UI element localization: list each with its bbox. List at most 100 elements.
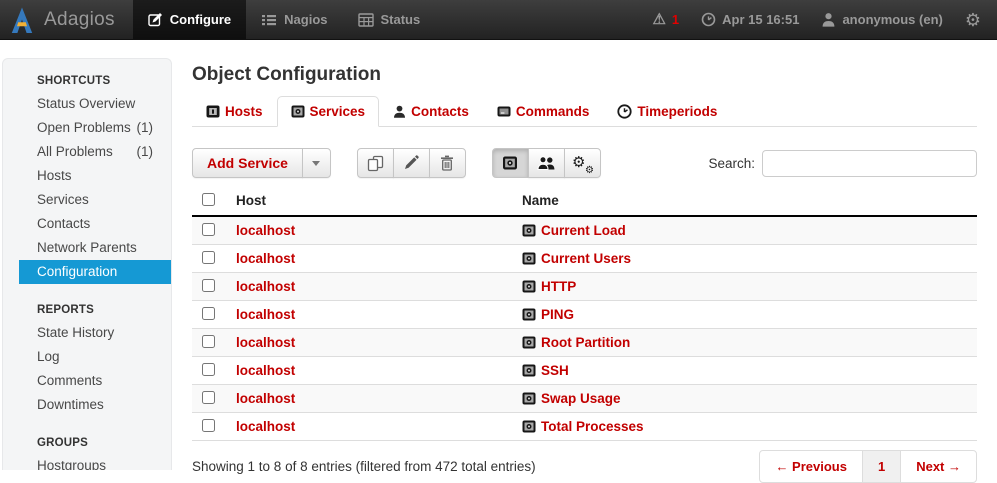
services-table: Host Name localhost Current Load localho…	[192, 186, 977, 441]
toolbar: Add Service	[192, 148, 977, 178]
sidebar-item-hostgroups[interactable]: Hostgroups	[19, 454, 171, 470]
sidebar-item-all-problems[interactable]: All Problems(1)	[19, 140, 171, 164]
sidebar-item-label: All Problems	[37, 144, 113, 160]
copy-icon	[367, 155, 384, 172]
edit-button[interactable]	[393, 148, 430, 178]
brand-title: Adagios	[44, 9, 115, 31]
chevron-down-icon	[312, 161, 320, 166]
table-header-row: Host Name	[192, 186, 977, 216]
nav-item-nagios[interactable]: Nagios	[246, 0, 342, 39]
sidebar-item-comments[interactable]: Comments	[19, 369, 171, 393]
navbar-right: ⚠ 1 Apr 15 16:51	[652, 0, 997, 39]
previous-page-button[interactable]: ← Previous	[759, 450, 863, 483]
page-number-button[interactable]: 1	[862, 450, 901, 483]
tab-services[interactable]: Services	[277, 96, 380, 127]
sidebar: SHORTCUTS Status Overview Open Problems(…	[2, 58, 172, 470]
host-link[interactable]: localhost	[236, 307, 295, 322]
sidebar-section-shortcuts: SHORTCUTS Status Overview Open Problems(…	[3, 69, 171, 284]
tab-label: Commands	[516, 104, 590, 119]
datetime-label: Apr 15 16:51	[722, 12, 799, 27]
service-icon	[502, 156, 518, 170]
edit-actions-group	[357, 148, 466, 178]
nav-item-status[interactable]: Status	[343, 0, 436, 39]
service-link[interactable]: Swap Usage	[541, 391, 621, 406]
service-link[interactable]: SSH	[541, 363, 569, 378]
table-row: localhost SSH	[192, 357, 977, 385]
tab-contacts[interactable]: Contacts	[379, 96, 483, 127]
sidebar-item-label: Contacts	[37, 216, 90, 232]
alerts-count: 1	[672, 12, 679, 27]
service-link[interactable]: Total Processes	[541, 419, 644, 434]
settings-gear-icon[interactable]: ⚙	[965, 11, 981, 29]
service-link[interactable]: Root Partition	[541, 335, 630, 350]
sidebar-section-title: GROUPS	[3, 431, 171, 454]
tab-timeperiods[interactable]: Timeperiods	[603, 96, 731, 127]
tab-label: Timeperiods	[637, 104, 717, 119]
row-checkbox[interactable]	[202, 279, 215, 292]
brand[interactable]: Adagios	[0, 0, 133, 39]
delete-button[interactable]	[429, 148, 466, 178]
sidebar-item-hosts[interactable]: Hosts	[19, 164, 171, 188]
sidebar-item-label: Hostgroups	[37, 458, 106, 470]
next-page-button[interactable]: Next →	[900, 450, 977, 483]
tab-commands[interactable]: Commands	[483, 96, 604, 127]
sidebar-section-groups: GROUPS Hostgroups	[3, 431, 171, 470]
copy-button[interactable]	[357, 148, 394, 178]
contacts-view-button[interactable]	[528, 148, 565, 178]
row-checkbox[interactable]	[202, 251, 215, 264]
sidebar-item-open-problems[interactable]: Open Problems(1)	[19, 116, 171, 140]
service-icon	[522, 308, 536, 321]
user-menu[interactable]: anonymous (en)	[821, 12, 942, 27]
host-link[interactable]: localhost	[236, 335, 295, 350]
search-box: Search:	[708, 150, 977, 177]
host-link[interactable]: localhost	[236, 363, 295, 378]
service-link[interactable]: Current Load	[541, 223, 626, 238]
alerts-indicator[interactable]: ⚠ 1	[652, 12, 679, 27]
host-link[interactable]: localhost	[236, 251, 295, 266]
row-checkbox[interactable]	[202, 307, 215, 320]
host-link[interactable]: localhost	[236, 279, 295, 294]
service-icon	[522, 224, 536, 237]
settings-view-button[interactable]: ⚙⚙	[564, 148, 601, 178]
search-input[interactable]	[762, 150, 977, 177]
sidebar-item-downtimes[interactable]: Downtimes	[19, 393, 171, 417]
row-checkbox[interactable]	[202, 223, 215, 236]
edit-icon	[148, 12, 163, 27]
column-header-name: Name	[514, 186, 977, 216]
tab-hosts[interactable]: Hosts	[192, 96, 277, 127]
nav-item-configure[interactable]: Configure	[133, 0, 246, 39]
host-link[interactable]: localhost	[236, 419, 295, 434]
sidebar-item-status-overview[interactable]: Status Overview	[19, 92, 171, 116]
service-link[interactable]: PING	[541, 307, 574, 322]
add-service-dropdown-button[interactable]	[302, 148, 331, 178]
sidebar-item-services[interactable]: Services	[19, 188, 171, 212]
services-view-button[interactable]	[492, 148, 529, 178]
host-link[interactable]: localhost	[236, 391, 295, 406]
pagination: ← Previous 1 Next →	[759, 450, 977, 483]
service-link[interactable]: HTTP	[541, 279, 576, 294]
adagios-page: Adagios Configure Nagios	[0, 0, 997, 470]
sidebar-item-configuration[interactable]: Configuration	[19, 260, 171, 284]
sidebar-item-network-parents[interactable]: Network Parents	[19, 236, 171, 260]
sidebar-item-state-history[interactable]: State History	[19, 321, 171, 345]
row-checkbox[interactable]	[202, 391, 215, 404]
row-checkbox[interactable]	[202, 335, 215, 348]
row-checkbox[interactable]	[202, 419, 215, 432]
sidebar-item-log[interactable]: Log	[19, 345, 171, 369]
service-link[interactable]: Current Users	[541, 251, 631, 266]
select-all-checkbox[interactable]	[202, 193, 215, 206]
sidebar-section-title: SHORTCUTS	[3, 69, 171, 92]
tab-label: Contacts	[411, 104, 469, 119]
add-service-button[interactable]: Add Service	[192, 148, 303, 178]
person-icon	[821, 12, 836, 27]
row-checkbox[interactable]	[202, 363, 215, 376]
datetime-indicator[interactable]: Apr 15 16:51	[701, 12, 799, 27]
service-icon	[522, 420, 536, 433]
service-icon	[291, 105, 305, 118]
object-type-tabs: Hosts Services	[192, 96, 977, 127]
sidebar-item-label: Status Overview	[37, 96, 135, 112]
clock-icon	[617, 104, 632, 119]
sidebar-item-contacts[interactable]: Contacts	[19, 212, 171, 236]
host-link[interactable]: localhost	[236, 223, 295, 238]
service-icon	[522, 392, 536, 405]
